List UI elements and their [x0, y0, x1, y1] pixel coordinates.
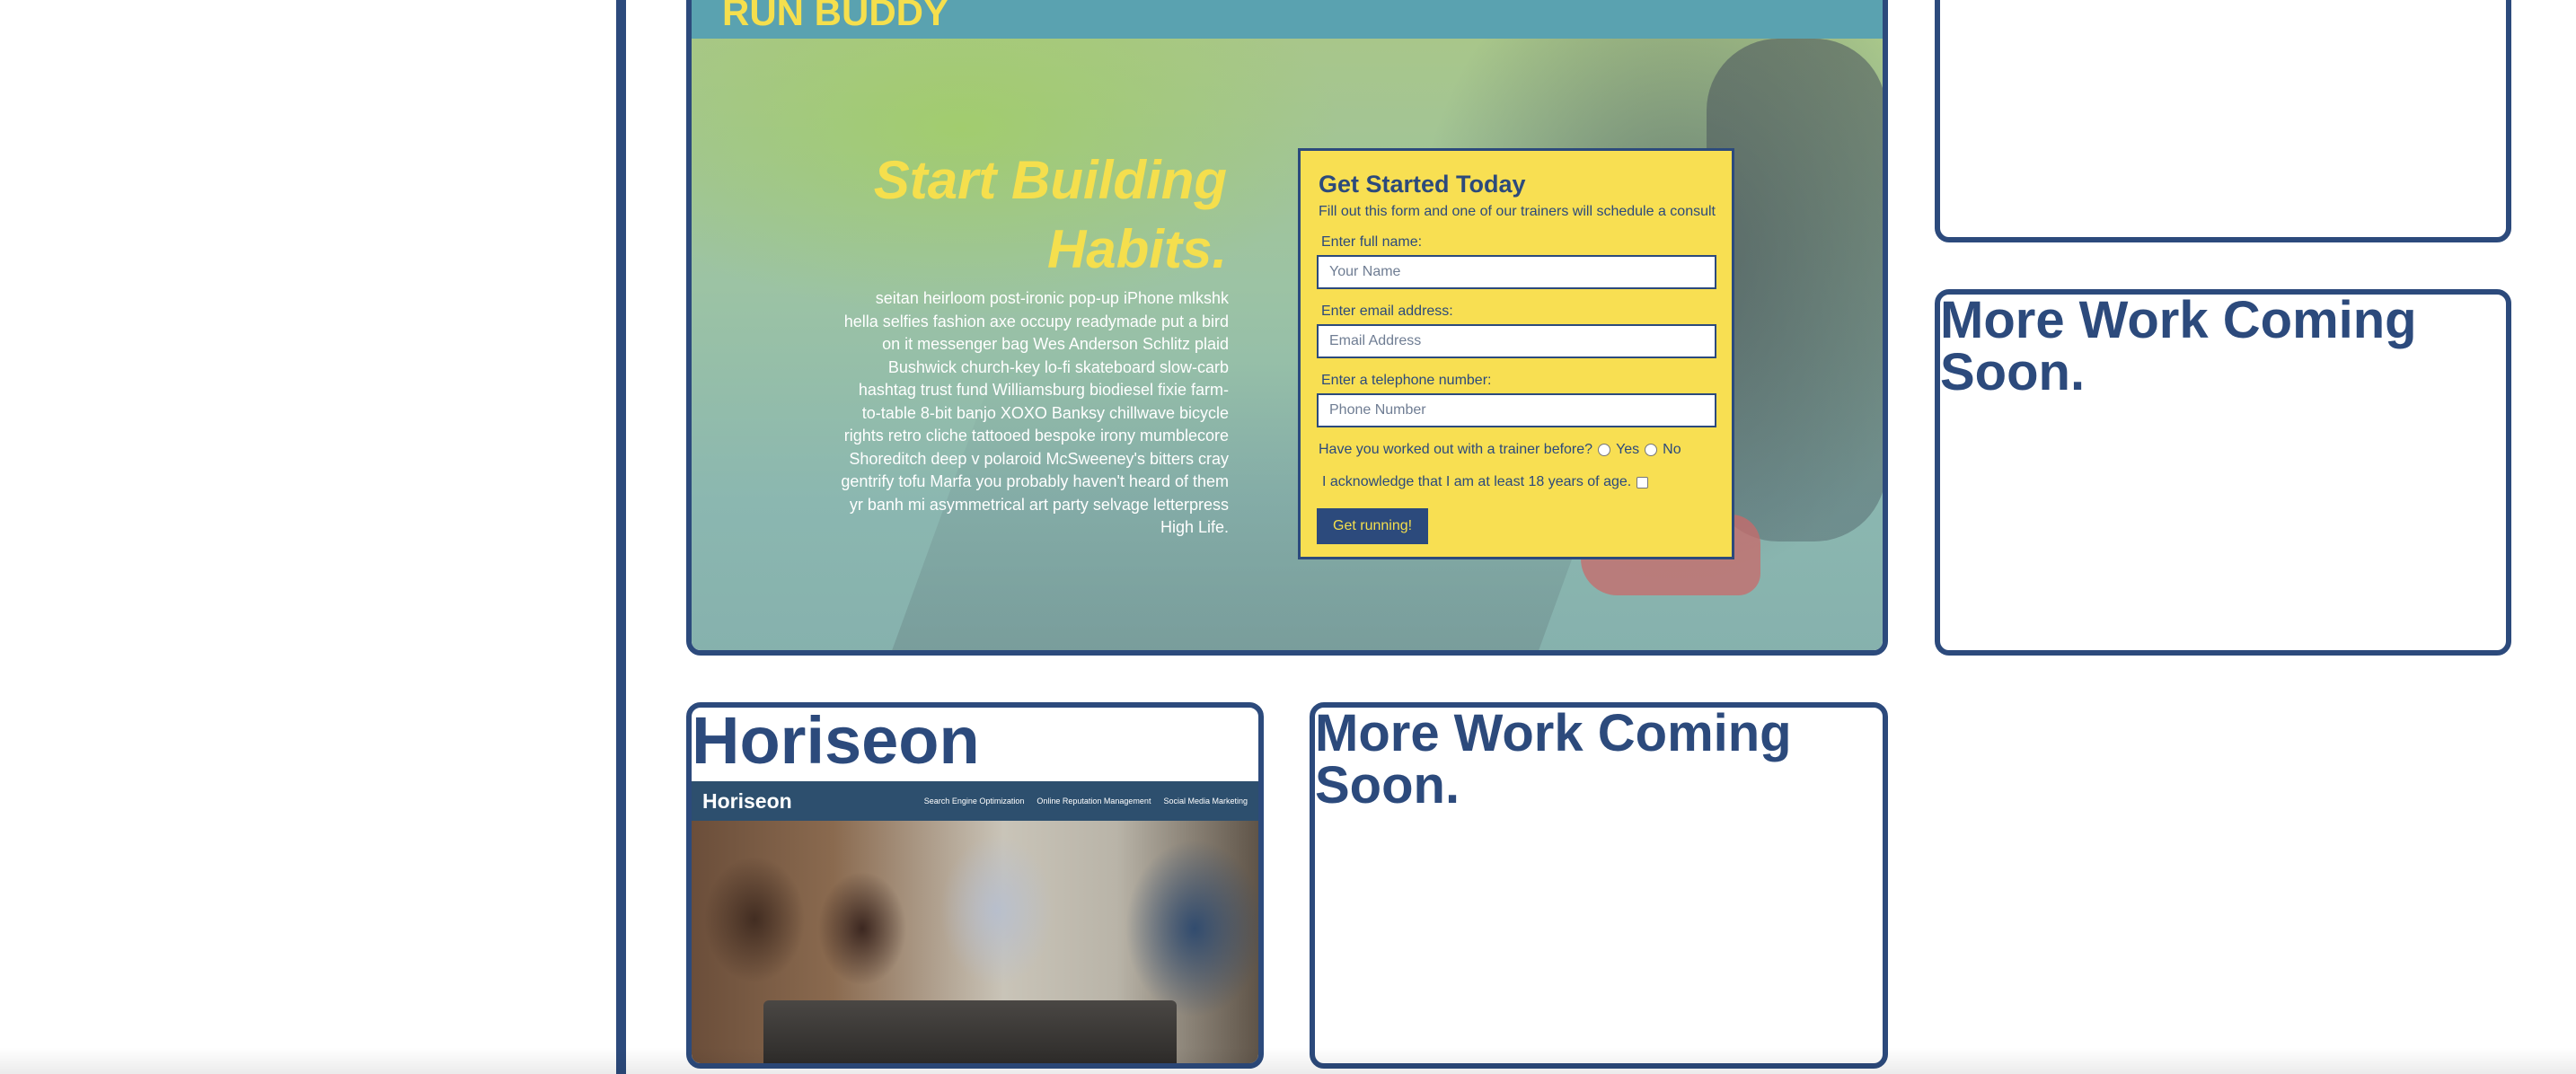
name-label: Enter full name: [1321, 234, 1423, 250]
hero-body-text: seitan heirloom post-ironic pop-up iPhon… [841, 289, 1229, 536]
project-card-more-work-middle[interactable]: More Work Coming Soon. [1310, 702, 1888, 1069]
project-card-more-work-right[interactable]: More Work Coming Soon. [1935, 289, 2511, 656]
get-started-form: Get Started Today Fill out this form and… [1298, 148, 1734, 559]
horiseon-thumb-nav: Search Engine Optimization Online Reputa… [924, 797, 1248, 806]
phone-field[interactable] [1317, 393, 1716, 427]
trainer-question-label: Have you worked out with a trainer befor… [1319, 442, 1593, 457]
horiseon-nav-item: Social Media Marketing [1163, 797, 1248, 806]
hero-headline: Start Building Habits. [873, 150, 1227, 279]
trainer-question-row: Have you worked out with a trainer befor… [1319, 442, 1716, 458]
run-buddy-header: RUN BUDDY [692, 0, 1883, 39]
card-title: More Work Coming Soon. [1315, 704, 1792, 814]
form-title: Get Started Today [1319, 171, 1526, 198]
project-card-horiseon[interactable]: Horiseon Horiseon Search Engine Optimiza… [686, 702, 1264, 1069]
horiseon-thumb-header: Horiseon Search Engine Optimization Onli… [692, 781, 1258, 821]
phone-label: Enter a telephone number: [1321, 373, 1492, 388]
yes-radio[interactable] [1598, 444, 1611, 456]
age-row: I acknowledge that I am at least 18 year… [1322, 474, 1716, 490]
horiseon-nav-item: Online Reputation Management [1037, 797, 1151, 806]
card-title: Horiseon [692, 703, 980, 778]
yes-label: Yes [1616, 442, 1640, 457]
horiseon-screenshot: Horiseon Search Engine Optimization Onli… [692, 781, 1258, 1063]
horiseon-team-photo [692, 821, 1258, 1063]
horiseon-thumb-logo: Horiseon [702, 788, 792, 813]
project-card-run-buddy[interactable]: RUN BUDDY Start Building Habits. seitan … [686, 0, 1888, 656]
email-field[interactable] [1317, 324, 1716, 358]
no-radio[interactable] [1645, 444, 1658, 456]
no-label: No [1663, 442, 1681, 457]
project-card-top-right[interactable] [1935, 0, 2511, 242]
form-subtitle: Fill out this form and one of our traine… [1319, 204, 1716, 219]
run-buddy-hero: Start Building Habits. seitan heirloom p… [692, 39, 1883, 650]
run-buddy-logo: RUN BUDDY [722, 0, 948, 33]
age-checkbox[interactable] [1636, 476, 1649, 489]
vertical-divider [616, 0, 626, 1074]
get-running-button[interactable]: Get running! [1317, 508, 1429, 544]
name-field[interactable] [1317, 255, 1716, 289]
age-label: I acknowledge that I am at least 18 year… [1322, 474, 1632, 489]
card-title: More Work Coming Soon. [1940, 291, 2417, 401]
bottom-shadow [0, 1047, 2576, 1074]
horiseon-nav-item: Search Engine Optimization [923, 797, 1025, 806]
email-label: Enter email address: [1321, 304, 1453, 319]
